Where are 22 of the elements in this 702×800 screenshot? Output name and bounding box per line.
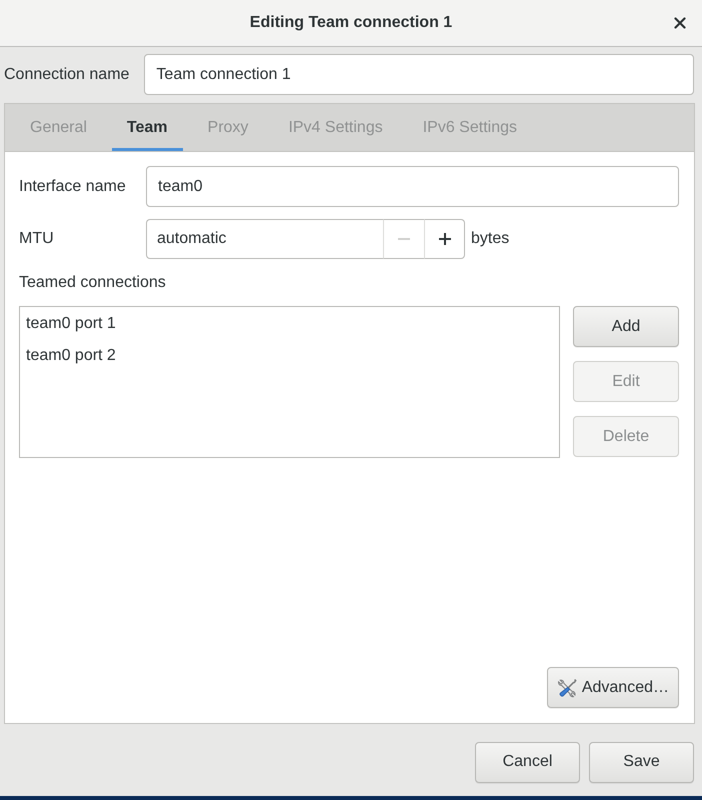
tab[interactable]: Team — [112, 104, 183, 151]
mtu-label: MTU — [19, 230, 55, 248]
minus-icon — [398, 238, 410, 240]
list-item[interactable]: team0 port 2 — [20, 340, 559, 372]
advanced-button[interactable]: Advanced… — [546, 667, 679, 708]
dialog-button[interactable]: Cancel — [475, 742, 580, 782]
connection-name-field[interactable]: Team connection 1 — [144, 54, 694, 95]
mtu-field[interactable]: automatic — [146, 219, 383, 259]
interface-name-field[interactable]: team0 — [146, 166, 679, 207]
connection-name-label: Connection name — [4, 66, 130, 84]
close-icon — [674, 17, 686, 29]
increment-button[interactable] — [424, 219, 465, 259]
teamed-connections-label: Teamed connections — [19, 273, 166, 293]
wrench-screwdriver-icon — [556, 678, 577, 698]
list-action-button[interactable]: Add — [573, 306, 679, 347]
list-item[interactable]: team0 port 1 — [20, 308, 559, 340]
unit-label: bytes — [471, 230, 510, 248]
close-button[interactable] — [674, 17, 686, 29]
dialog-button[interactable]: Save — [589, 742, 694, 782]
interface-name-label: Interface name — [19, 178, 127, 196]
plus-icon — [438, 233, 450, 245]
window-title: Editing Team connection 1 — [250, 14, 452, 32]
